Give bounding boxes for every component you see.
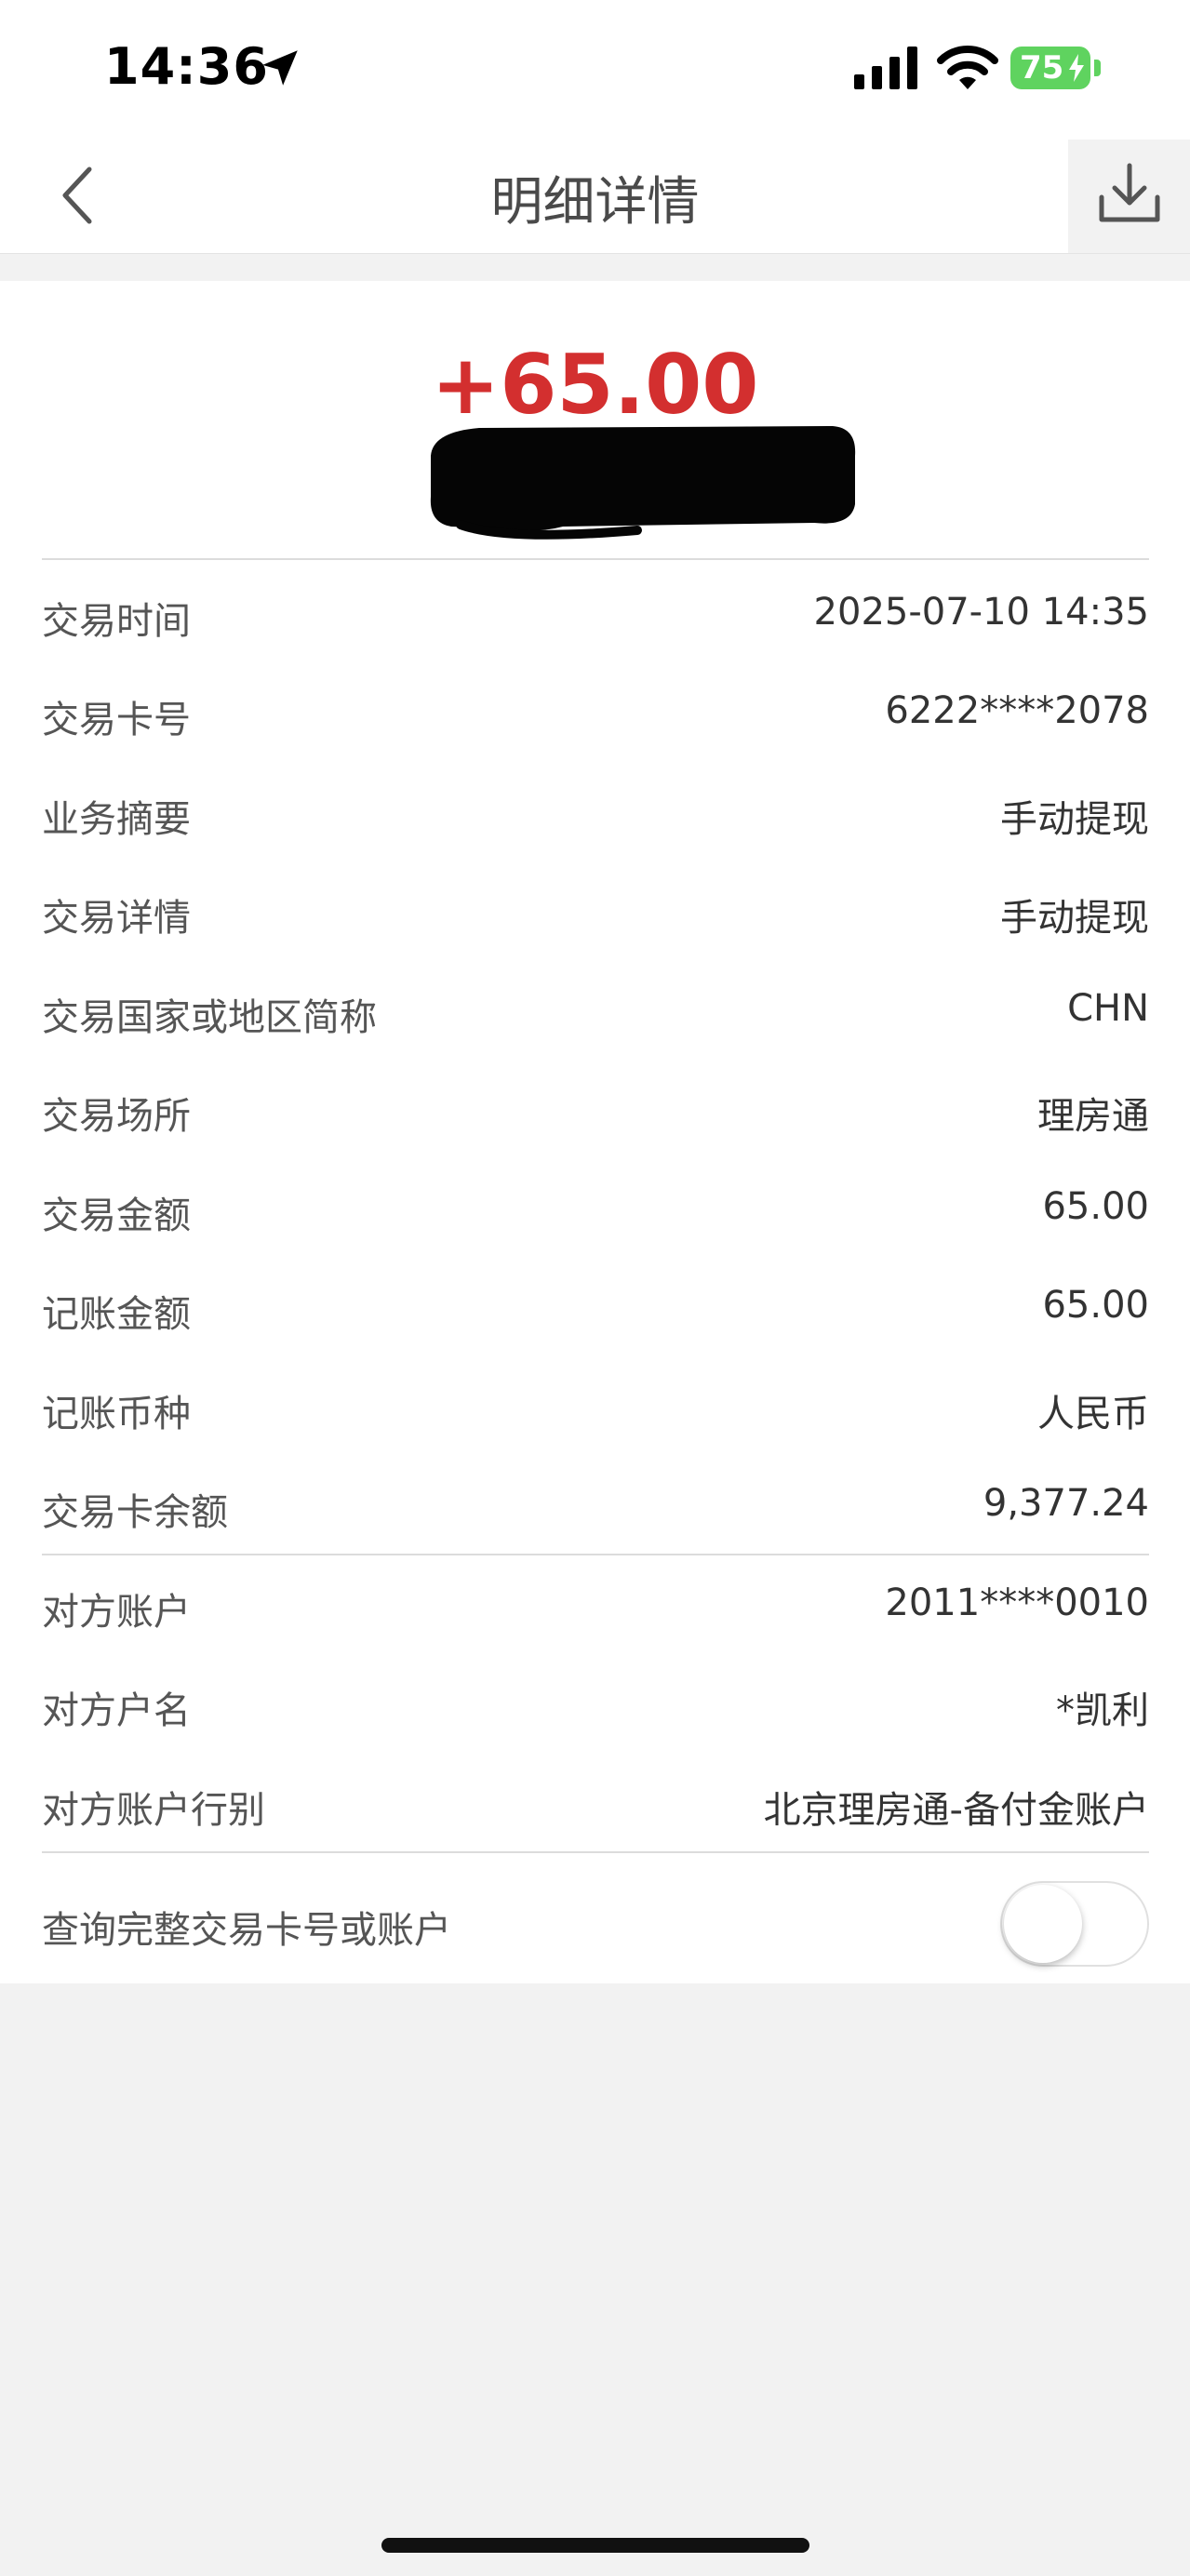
divider xyxy=(42,558,1149,560)
status-bar: 14:36 75 xyxy=(0,0,1190,140)
row-label: 记账币种 xyxy=(42,1393,191,1435)
row-label: 交易详情 xyxy=(42,897,191,940)
row-label: 交易国家或地区简称 xyxy=(42,996,377,1039)
row-value: 2011****0010 xyxy=(885,1582,1149,1624)
location-arrow-icon xyxy=(262,50,298,86)
charging-bolt-icon xyxy=(1069,54,1084,82)
row-value: 手动提现 xyxy=(1000,897,1149,940)
download-icon xyxy=(1099,163,1160,222)
battery-level: 75 xyxy=(1020,49,1064,87)
transaction-detail-card: +65.00 交易时间 2025-07-10 14:35 交易卡号 6222**… xyxy=(0,281,1190,1983)
row-value: 6222****2078 xyxy=(885,689,1149,732)
redaction-scribble xyxy=(430,426,856,540)
cellular-signal-icon xyxy=(854,47,917,89)
row-label: 交易卡余额 xyxy=(42,1491,228,1534)
detail-row-currency: 记账币种 人民币 xyxy=(42,1359,1149,1458)
row-value: 北京理房通-备付金账户 xyxy=(763,1789,1149,1832)
row-label: 交易时间 xyxy=(42,600,191,643)
detail-row-transaction-detail: 交易详情 手动提现 xyxy=(42,863,1149,962)
row-value: *凯利 xyxy=(1056,1689,1149,1732)
row-label: 记账金额 xyxy=(42,1293,191,1336)
detail-row-booked-amount: 记账金额 65.00 xyxy=(42,1260,1149,1358)
row-value: 2025-07-10 14:35 xyxy=(813,591,1149,634)
detail-row-counterparty-name: 对方户名 *凯利 xyxy=(42,1656,1149,1755)
row-value: 65.00 xyxy=(1042,1185,1149,1228)
detail-row-transaction-amount: 交易金额 65.00 xyxy=(42,1161,1149,1260)
toggle-label: 查询完整交易卡号或账户 xyxy=(42,1909,451,1952)
status-time: 14:36 xyxy=(104,37,269,96)
detail-row-card-balance: 交易卡余额 9,377.24 xyxy=(42,1458,1149,1556)
detail-row-merchant: 交易场所 理房通 xyxy=(42,1061,1149,1160)
row-label: 交易卡号 xyxy=(42,699,191,741)
divider xyxy=(42,1554,1149,1555)
row-value: 手动提现 xyxy=(1000,798,1149,841)
detail-row-business-summary: 业务摘要 手动提现 xyxy=(42,765,1149,863)
full-number-toggle-row: 查询完整交易卡号或账户 xyxy=(42,1868,1149,1980)
nav-bar: 明细详情 xyxy=(0,140,1190,254)
row-label: 对方账户行别 xyxy=(42,1789,265,1832)
row-label: 对方账户 xyxy=(42,1591,191,1634)
detail-row-country-code: 交易国家或地区简称 CHN xyxy=(42,963,1149,1061)
divider xyxy=(42,1851,1149,1853)
battery-tip xyxy=(1094,60,1101,76)
row-value: CHN xyxy=(1067,987,1149,1030)
detail-row-counterparty-bank: 对方账户行别 北京理房通-备付金账户 xyxy=(42,1755,1149,1854)
page-title: 明细详情 xyxy=(490,172,700,233)
row-value: 65.00 xyxy=(1042,1284,1149,1327)
home-indicator[interactable] xyxy=(381,2538,809,2553)
row-label: 对方户名 xyxy=(42,1689,191,1732)
battery-icon: 75 xyxy=(1010,47,1090,89)
row-value: 理房通 xyxy=(1037,1095,1149,1138)
show-full-number-toggle[interactable] xyxy=(1000,1881,1149,1967)
row-value: 人民币 xyxy=(1037,1393,1149,1435)
detail-row-transaction-time: 交易时间 2025-07-10 14:35 xyxy=(42,567,1149,665)
row-label: 交易场所 xyxy=(42,1095,191,1138)
detail-row-card-number: 交易卡号 6222****2078 xyxy=(42,665,1149,764)
row-label: 业务摘要 xyxy=(42,798,191,841)
toggle-knob xyxy=(1004,1885,1082,1963)
download-button[interactable] xyxy=(1068,140,1190,253)
detail-row-counterparty-account: 对方账户 2011****0010 xyxy=(42,1557,1149,1656)
row-label: 交易金额 xyxy=(42,1195,191,1237)
wifi-icon xyxy=(937,46,998,89)
row-value: 9,377.24 xyxy=(983,1482,1149,1525)
